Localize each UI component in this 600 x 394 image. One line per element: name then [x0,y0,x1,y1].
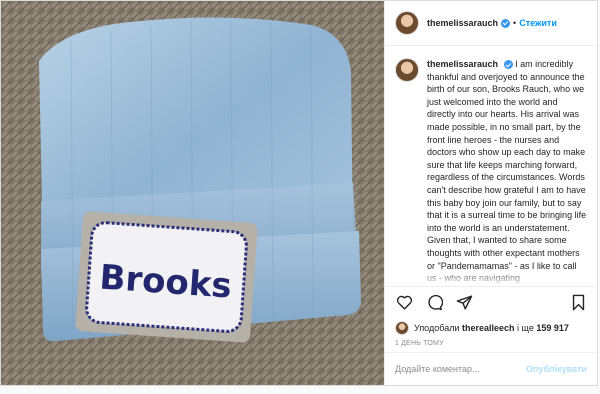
comments-area[interactable]: themelissarauch I am incredibly thankful… [385,46,597,286]
comment-input[interactable]: Додайте коментар... [395,364,526,374]
caption: themelissarauch I am incredibly thankful… [395,58,587,285]
share-button[interactable] [455,294,473,312]
post-timestamp[interactable]: 1 ДЕНЬ ТОМУ [385,338,597,352]
caption-fade [385,270,597,286]
comment-icon [427,294,443,311]
name-patch: Brooks [75,211,258,343]
avatar[interactable] [395,11,419,35]
liker-avatar[interactable] [395,321,409,335]
liked-prefix: Уподобали [414,323,460,333]
follow-button[interactable]: Стежити [519,18,557,28]
likes-summary: Уподобали therealleech і ще 159 917 [385,318,597,338]
liked-middle: і ще [517,323,534,333]
action-bar [385,286,597,318]
username[interactable]: themelissarauch [427,18,498,28]
caption-body: I am incredibly thankful and overjoyed t… [427,59,587,283]
caption-avatar[interactable] [395,58,419,82]
separator-dot: • [513,18,517,28]
caption-verified-badge-icon [503,60,513,70]
post-header: themelissarauch • Стежити [385,1,597,46]
caption-text: themelissarauch I am incredibly thankful… [427,58,587,285]
comment-button[interactable] [425,294,443,312]
heart-icon [396,295,412,310]
post-sidebar: themelissarauch • Стежити themelissarauc… [384,1,597,385]
save-button[interactable] [569,294,587,312]
likes-count[interactable]: 159 917 [536,323,569,333]
bookmark-icon [572,294,584,311]
like-button[interactable] [395,294,413,312]
instagram-post: Brooks themelissarauch • Стежити themeli… [0,0,598,386]
publish-button[interactable]: Опублікувати [526,364,587,374]
share-icon [456,295,472,310]
liked-by-user[interactable]: therealleech [462,323,515,333]
verified-badge-icon [501,18,511,28]
post-image[interactable]: Brooks [1,1,384,385]
caption-username[interactable]: themelissarauch [427,59,498,69]
comment-form: Додайте коментар... Опублікувати [385,352,597,385]
beanie-photo: Brooks [1,1,384,385]
